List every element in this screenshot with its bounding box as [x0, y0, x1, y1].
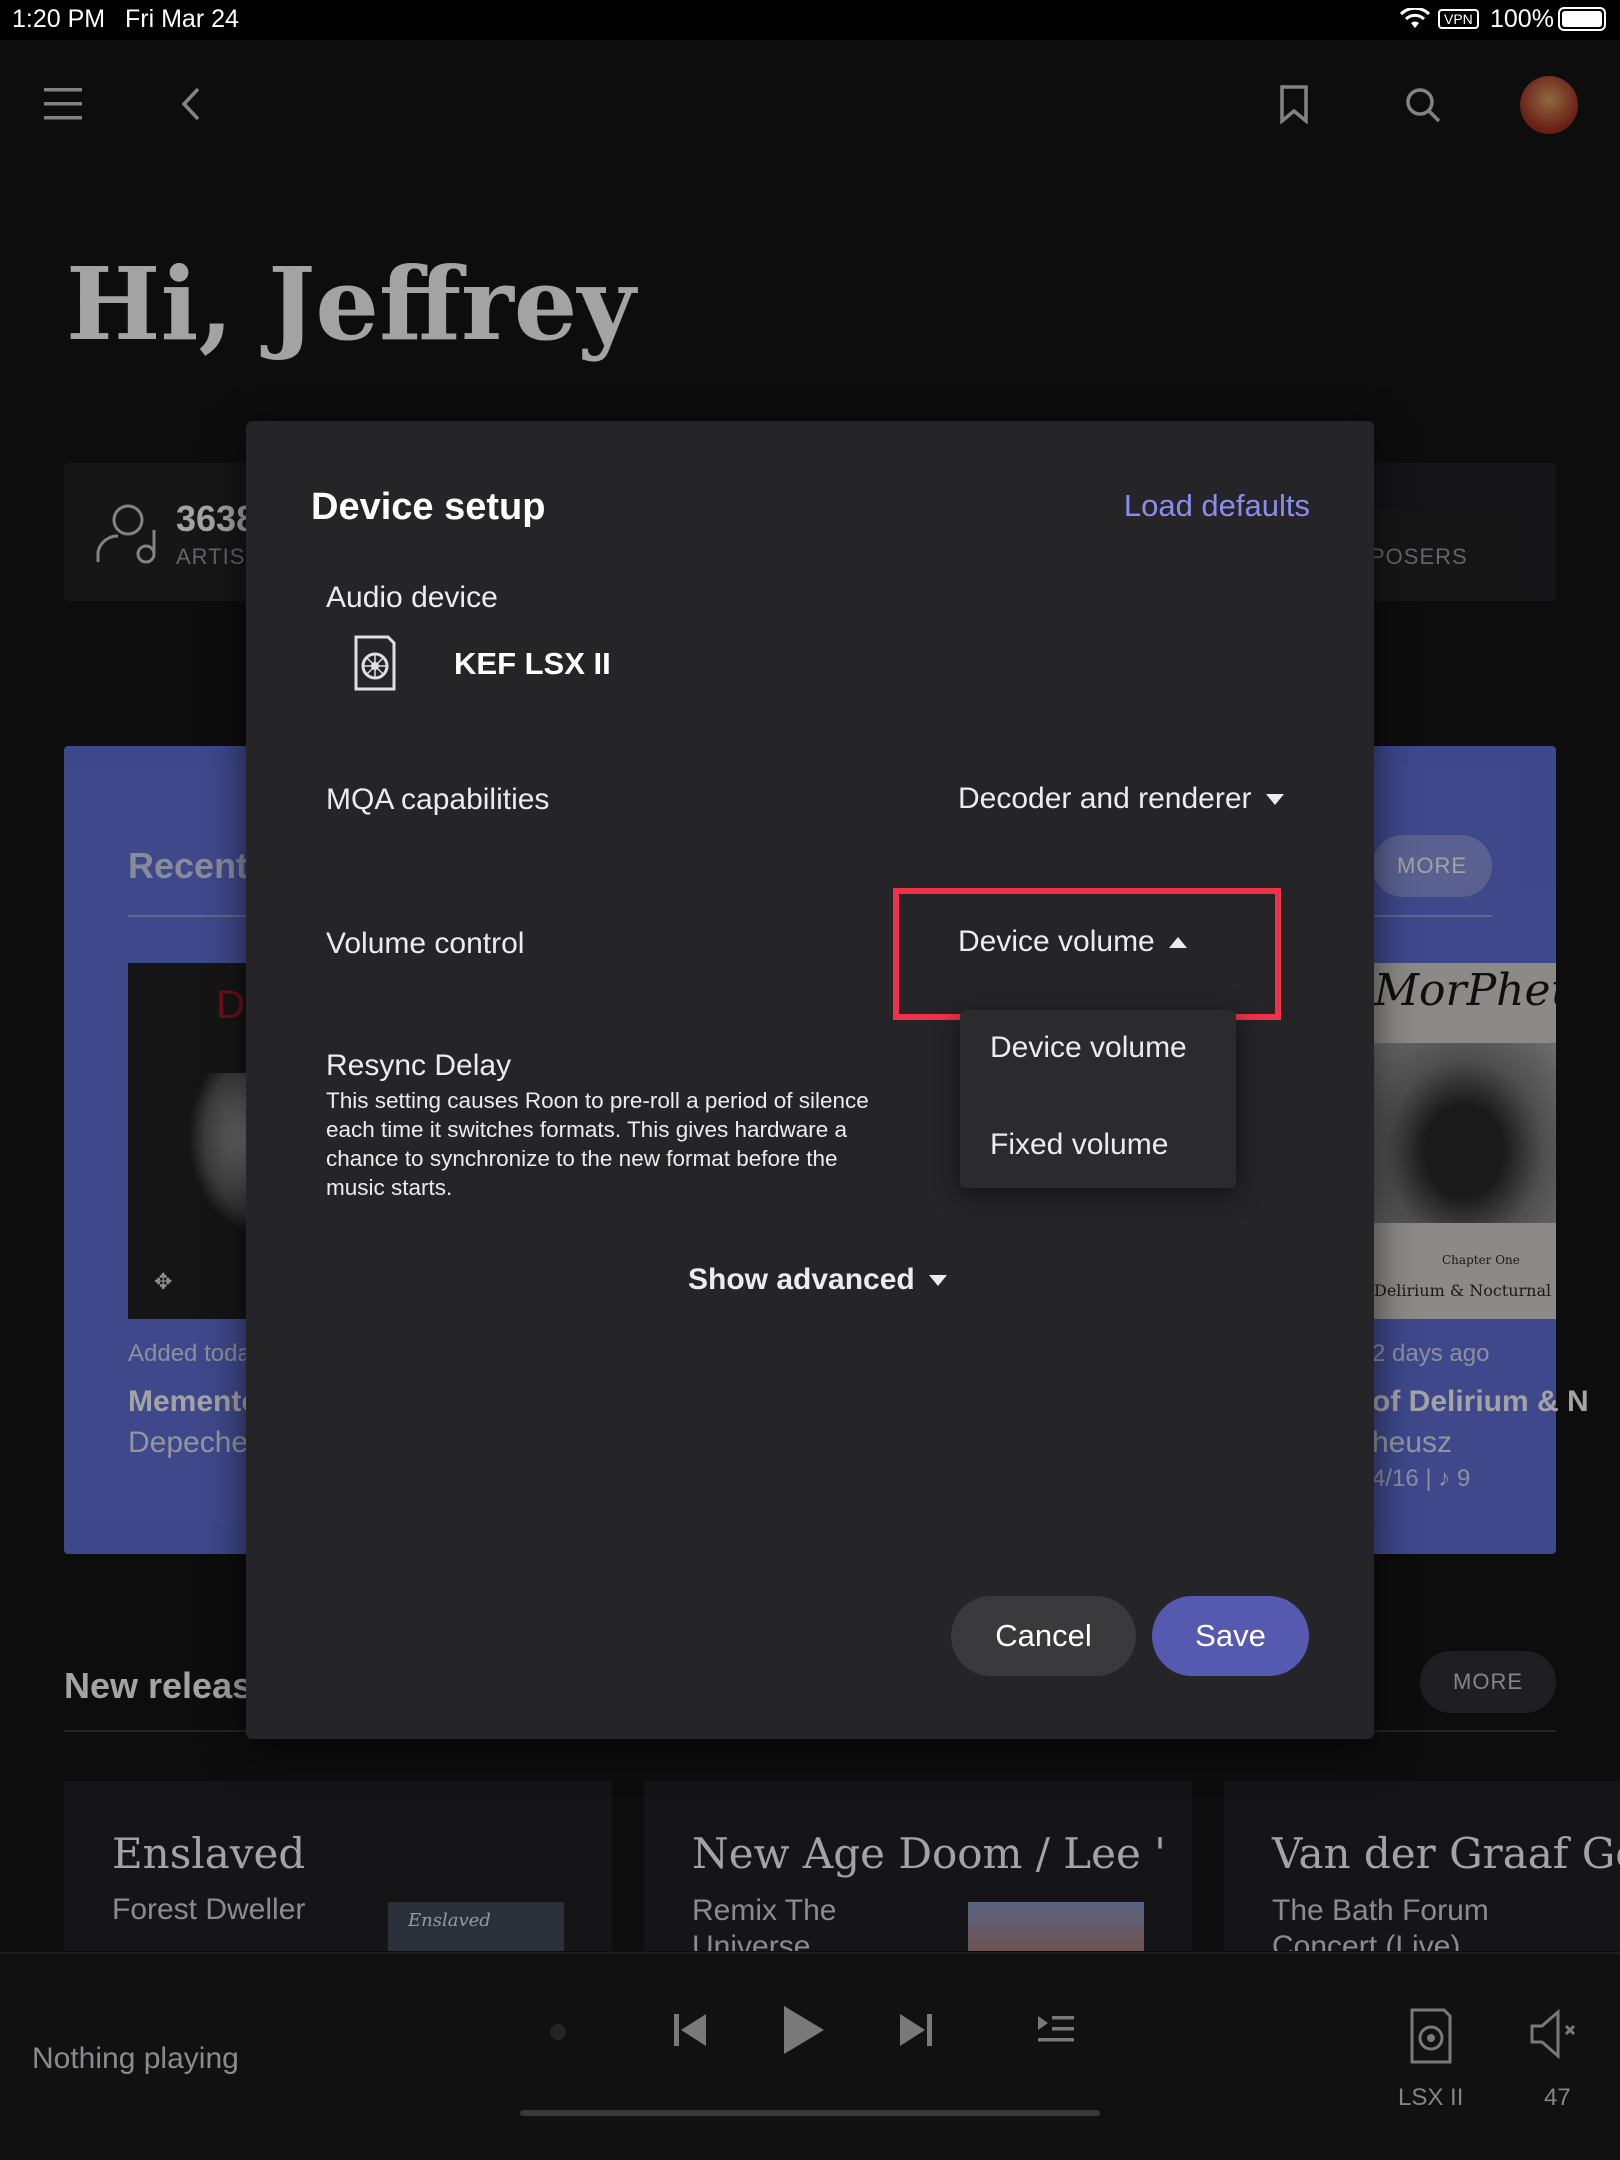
recent-right-meta: 4/16 | ♪ 9	[1372, 1465, 1471, 1492]
release-card-cover	[968, 1902, 1144, 1951]
artists-count: 3638	[176, 498, 257, 539]
audio-device-label: Audio device	[326, 581, 498, 614]
cover-title-text: MorPheu	[1374, 965, 1556, 1016]
speaker-icon	[354, 635, 396, 691]
description-line: music starts.	[326, 1175, 453, 1200]
recent-right-artist[interactable]: heusz	[1372, 1426, 1452, 1460]
composers-label: POSERS	[1370, 544, 1468, 569]
next-icon[interactable]	[898, 2010, 934, 2050]
cover-chapter-text: Chapter One	[1442, 1253, 1520, 1267]
search-icon[interactable]	[1404, 86, 1442, 124]
recent-right-added: 2 days ago	[1372, 1340, 1490, 1367]
artist-icon	[96, 504, 156, 564]
release-card-title: Van der Graaf Gene	[1272, 1829, 1620, 1878]
recent-title: Recent	[128, 845, 249, 886]
release-card-subtitle: Remix The Universe	[692, 1894, 837, 1951]
release-card-title: New Age Doom / Lee "S	[692, 1829, 1162, 1878]
volume-level: 47	[1544, 2084, 1571, 2111]
recent-left-artist[interactable]: Depeche	[128, 1426, 248, 1460]
option-device-volume[interactable]: Device volume	[990, 1031, 1187, 1065]
recent-left-added: Added toda	[128, 1340, 251, 1367]
speaker-icon[interactable]	[1404, 2006, 1456, 2066]
device-name: KEF LSX II	[454, 646, 611, 681]
player-bar: Nothing playing LSX II 47	[0, 1952, 1620, 2160]
mqa-label: MQA capabilities	[326, 783, 550, 816]
recent-left-title[interactable]: Memento	[128, 1385, 260, 1419]
show-advanced-toggle[interactable]: Show advanced	[688, 1263, 947, 1297]
highlight-annotation	[893, 888, 1281, 1020]
volume-icon[interactable]	[1528, 2008, 1578, 2060]
release-card-cover: Enslaved	[388, 1902, 564, 1951]
chevron-down-icon	[1265, 793, 1284, 805]
tidal-icon: ✥	[154, 1269, 173, 1294]
release-card[interactable]: Van der Graaf Gene The Bath Forum Concer…	[1224, 1781, 1620, 1951]
now-playing-status: Nothing playing	[32, 2042, 239, 2075]
recent-more-button[interactable]: MORE	[1372, 835, 1492, 897]
dialog-title: Device setup	[311, 486, 546, 528]
mqa-value: Decoder and renderer	[958, 782, 1252, 815]
previous-icon[interactable]	[672, 2010, 708, 2050]
cancel-button[interactable]: Cancel	[951, 1596, 1136, 1676]
save-button[interactable]: Save	[1152, 1596, 1309, 1676]
load-defaults-link[interactable]: Load defaults	[1020, 488, 1310, 524]
description-line: chance to synchronize to the new format …	[326, 1146, 838, 1171]
release-card[interactable]: New Age Doom / Lee "S Remix The Universe	[644, 1781, 1192, 1951]
avatar[interactable]	[1520, 76, 1578, 134]
recent-right-title[interactable]: of Delirium & N	[1372, 1385, 1589, 1419]
greeting: Hi, Jeffrey	[66, 245, 636, 363]
volume-control-label: Volume control	[326, 927, 525, 960]
release-card[interactable]: Enslaved Forest Dweller Enslaved	[64, 1781, 612, 1951]
description-line: each time it switches formats. This give…	[326, 1117, 848, 1142]
new-releases-title: New releas	[64, 1665, 253, 1706]
release-card-title: Enslaved	[112, 1829, 306, 1878]
release-card-subtitle: Forest Dweller	[112, 1893, 306, 1926]
description-line: This setting causes Roon to pre-roll a p…	[326, 1088, 869, 1113]
release-card-subtitle: The Bath Forum Concert (Live)	[1272, 1894, 1489, 1951]
new-releases-more-button[interactable]: MORE	[1420, 1651, 1556, 1713]
record-dot-icon	[550, 2024, 566, 2040]
album-cover-morpheusz[interactable]: MorPheu Chapter One Delirium & Nocturnal…	[1372, 963, 1556, 1319]
queue-icon[interactable]	[1036, 2014, 1076, 2044]
show-advanced-label: Show advanced	[688, 1263, 915, 1296]
mqa-dropdown[interactable]: Decoder and renderer	[958, 782, 1284, 816]
play-icon[interactable]	[780, 2004, 826, 2056]
back-icon[interactable]	[178, 86, 206, 122]
bookmark-icon[interactable]	[1278, 84, 1310, 124]
option-fixed-volume[interactable]: Fixed volume	[990, 1128, 1168, 1162]
cover-bottom-text: Delirium & Nocturnal N	[1374, 1281, 1556, 1300]
menu-icon[interactable]	[44, 86, 84, 122]
zone-name[interactable]: LSX II	[1398, 2084, 1463, 2112]
chevron-down-icon	[928, 1274, 947, 1286]
resync-delay-label: Resync Delay	[326, 1049, 512, 1082]
resync-delay-description: This setting causes Roon to pre-roll a p…	[326, 1086, 911, 1202]
home-indicator[interactable]	[520, 2110, 1100, 2116]
